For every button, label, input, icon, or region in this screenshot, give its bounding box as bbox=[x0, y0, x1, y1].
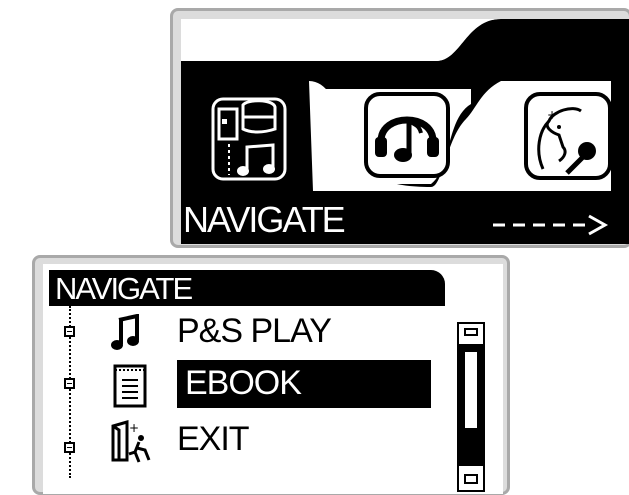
svg-text:+: + bbox=[129, 421, 139, 435]
navigate-lcd: NAVIGATE P&S PLAY EBOOK + EXIT bbox=[43, 264, 503, 494]
voice-record-icon[interactable]: + bbox=[523, 91, 613, 181]
music-headphones-icon[interactable] bbox=[363, 91, 451, 179]
music-note-icon bbox=[111, 314, 139, 350]
svg-text:+: + bbox=[547, 108, 557, 122]
list-item-label: EXIT bbox=[177, 420, 250, 458]
next-arrow-icon[interactable] bbox=[493, 213, 613, 237]
navigate-icon[interactable] bbox=[203, 89, 295, 189]
exit-door-icon: + bbox=[111, 420, 151, 463]
menu-lcd: MENU + NAVIGATE bbox=[181, 19, 629, 244]
scroll-up-arrow-icon[interactable] bbox=[464, 328, 478, 336]
navigate-screen: NAVIGATE P&S PLAY EBOOK + EXIT bbox=[32, 255, 510, 495]
menu-title: MENU bbox=[501, 29, 586, 64]
list-item-exit[interactable]: + EXIT bbox=[49, 416, 437, 466]
tree-node-icon bbox=[64, 378, 75, 389]
scrollbar[interactable] bbox=[457, 322, 485, 492]
page-title: NAVIGATE bbox=[55, 271, 193, 306]
scroll-down-arrow-icon[interactable] bbox=[464, 474, 478, 484]
notepad-icon bbox=[112, 361, 148, 409]
list-item-label: EBOOK bbox=[185, 364, 302, 402]
list-item-label: P&S PLAY bbox=[177, 312, 332, 350]
list-item-ebook[interactable]: EBOOK bbox=[49, 358, 437, 412]
tree-node-icon bbox=[64, 442, 75, 453]
tree-node-icon bbox=[64, 326, 75, 337]
list-item-ps-play[interactable]: P&S PLAY bbox=[49, 310, 437, 356]
mode-label: NAVIGATE bbox=[183, 199, 346, 240]
menu-screen: MENU + NAVIGATE bbox=[170, 8, 629, 248]
scrollbar-thumb[interactable] bbox=[463, 350, 479, 430]
